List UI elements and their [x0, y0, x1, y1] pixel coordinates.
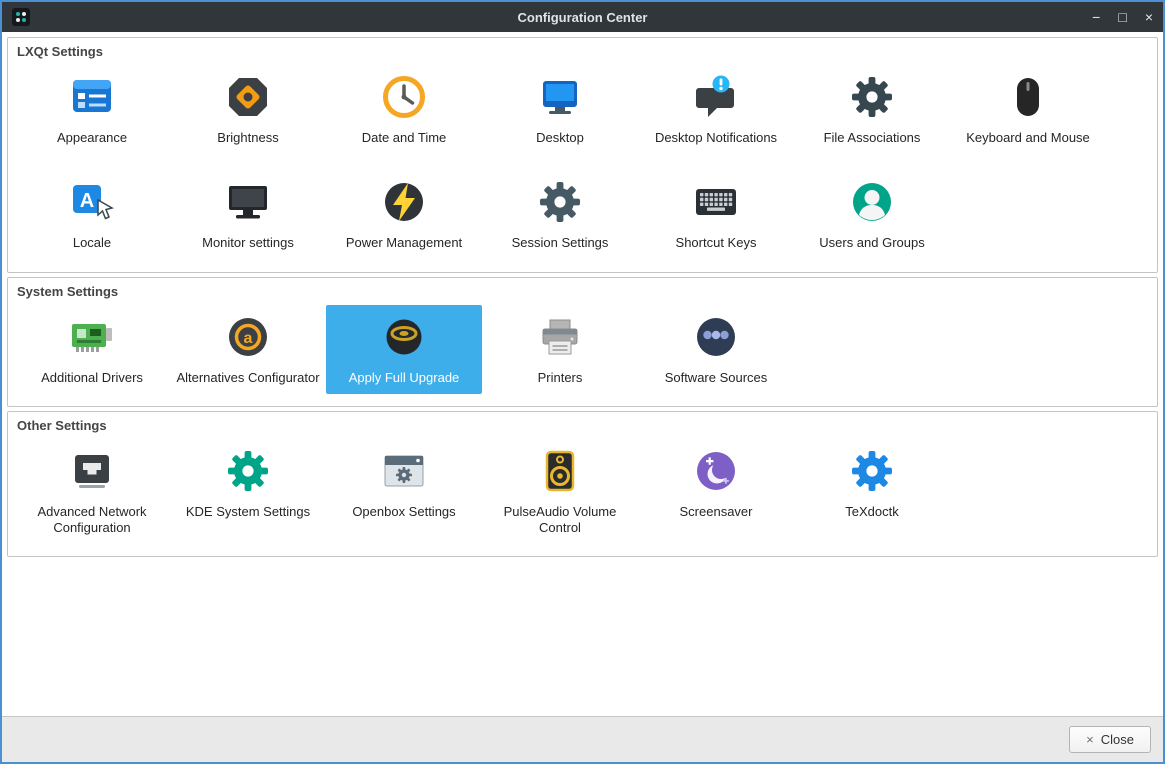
launcher-apply-full-upgrade[interactable]: Apply Full Upgrade — [326, 304, 482, 394]
launcher-texdoctk[interactable]: TeXdoctk — [794, 439, 950, 545]
item-label: KDE System Settings — [185, 503, 311, 519]
launcher-power-management[interactable]: Power Management — [326, 170, 482, 259]
screensaver-icon — [692, 447, 740, 495]
openbox-settings-icon — [380, 447, 428, 495]
close-button[interactable]: × Close — [1069, 726, 1151, 753]
window-controls: − □ × — [1092, 10, 1153, 24]
close-x-icon: × — [1086, 732, 1094, 747]
item-label: PulseAudio Volume Control — [503, 503, 617, 535]
item-label: Monitor settings — [202, 235, 294, 251]
launcher-brightness[interactable]: Brightness — [170, 65, 326, 154]
item-label: Software Sources — [664, 369, 768, 385]
software-sources-icon — [692, 313, 740, 361]
svg-text:a: a — [244, 330, 253, 347]
item-label: Date and Time — [361, 130, 447, 145]
keyboard-mouse-icon — [1004, 73, 1052, 121]
launcher-appearance[interactable]: Appearance — [14, 65, 170, 154]
advanced-network-icon — [68, 447, 116, 495]
session-settings-icon — [536, 178, 584, 226]
item-label: Appearance — [56, 130, 128, 145]
close-window-button[interactable]: × — [1145, 10, 1153, 24]
group-title: System Settings — [17, 283, 119, 299]
launcher-alternatives-configurator[interactable]: a Alternatives Configurator — [170, 305, 326, 394]
date-time-icon — [380, 73, 428, 121]
item-label: Desktop Notifications — [654, 130, 778, 145]
desktop-icon — [536, 73, 584, 121]
item-label: Shortcut Keys — [675, 235, 757, 251]
users-groups-icon — [848, 178, 896, 226]
launcher-monitor-settings[interactable]: Monitor settings — [170, 170, 326, 259]
item-grid: Additional Drivers a Alternatives Configur… — [8, 301, 1157, 398]
item-label: File Associations — [823, 130, 921, 145]
close-button-label: Close — [1100, 732, 1134, 747]
launcher-printers[interactable]: Printers — [482, 305, 638, 394]
kde-settings-icon — [224, 447, 272, 495]
item-label: Advanced Network Configuration — [37, 503, 147, 535]
item-label: Power Management — [345, 235, 463, 251]
file-associations-icon — [848, 73, 896, 121]
item-label: Keyboard and Mouse — [966, 130, 1090, 145]
apply-full-upgrade-icon — [380, 313, 428, 361]
svg-text:A: A — [80, 190, 94, 212]
texdoctk-icon — [848, 447, 896, 495]
app-icon — [12, 8, 30, 26]
item-label: Locale — [72, 235, 112, 251]
launcher-advanced-network-configuration[interactable]: Advanced Network Configuration — [14, 439, 170, 545]
window-title: Configuration Center — [517, 9, 648, 25]
item-label: Users and Groups — [819, 235, 925, 251]
locale-icon: A — [68, 178, 116, 226]
launcher-desktop-notifications[interactable]: Desktop Notifications — [638, 65, 794, 154]
shortcut-keys-icon — [692, 178, 740, 226]
launcher-kde-system-settings[interactable]: KDE System Settings — [170, 439, 326, 545]
item-label: Brightness — [217, 130, 279, 145]
item-label: Additional Drivers — [41, 369, 143, 385]
group-other-settings: Other Settings Advanced Network Configura… — [7, 410, 1158, 558]
brightness-icon — [224, 73, 272, 121]
launcher-screensaver[interactable]: Screensaver — [638, 439, 794, 545]
item-label: Apply Full Upgrade — [348, 369, 460, 385]
launcher-file-associations[interactable]: File Associations — [794, 65, 950, 154]
launcher-openbox-settings[interactable]: Openbox Settings — [326, 439, 482, 545]
appearance-icon — [68, 73, 116, 121]
power-management-icon — [380, 178, 428, 226]
desktop-notifications-icon — [692, 73, 740, 121]
item-label: TeXdoctk — [845, 503, 899, 519]
group-title: Other Settings — [17, 417, 107, 433]
item-label: Printers — [537, 369, 583, 385]
configuration-center-window: Configuration Center − □ × LXQt Settings… — [0, 0, 1165, 764]
alternatives-configurator-icon: a — [224, 313, 272, 361]
launcher-locale[interactable]: A Locale — [14, 170, 170, 259]
titlebar[interactable]: Configuration Center − □ × — [2, 2, 1163, 32]
launcher-date-and-time[interactable]: Date and Time — [326, 65, 482, 154]
item-grid: Appearance Brightness Date and Time Desktop… — [8, 61, 1157, 264]
item-label: Screensaver — [679, 503, 753, 519]
group-title: LXQt Settings — [17, 44, 103, 59]
group-lxqt-settings: LXQt Settings Appearance Brightness Date an… — [7, 37, 1158, 273]
launcher-keyboard-and-mouse[interactable]: Keyboard and Mouse — [950, 65, 1106, 154]
launcher-desktop[interactable]: Desktop — [482, 65, 638, 154]
pulseaudio-icon — [536, 447, 584, 495]
additional-drivers-icon — [68, 313, 116, 361]
item-label: Alternatives Configurator — [176, 369, 320, 385]
launcher-additional-drivers[interactable]: Additional Drivers — [14, 305, 170, 394]
launcher-pulseaudio-volume-control[interactable]: PulseAudio Volume Control — [482, 439, 638, 545]
item-label: Desktop — [536, 130, 584, 145]
minimize-button[interactable]: − — [1092, 10, 1100, 24]
footer-bar: × Close — [2, 716, 1163, 762]
monitor-settings-icon — [224, 178, 272, 226]
launcher-software-sources[interactable]: Software Sources — [638, 305, 794, 394]
printers-icon — [536, 313, 584, 361]
item-grid: Advanced Network Configuration KDE System… — [8, 435, 1157, 549]
settings-groups-area: LXQt Settings Appearance Brightness Date an… — [2, 32, 1163, 716]
item-label: Session Settings — [511, 235, 609, 251]
launcher-session-settings[interactable]: Session Settings — [482, 170, 638, 259]
maximize-button[interactable]: □ — [1118, 10, 1126, 24]
group-system-settings: System Settings Additional Drivers a Altern… — [7, 276, 1158, 407]
launcher-shortcut-keys[interactable]: Shortcut Keys — [638, 170, 794, 259]
item-label: Openbox Settings — [352, 503, 456, 519]
launcher-users-and-groups[interactable]: Users and Groups — [794, 170, 950, 259]
